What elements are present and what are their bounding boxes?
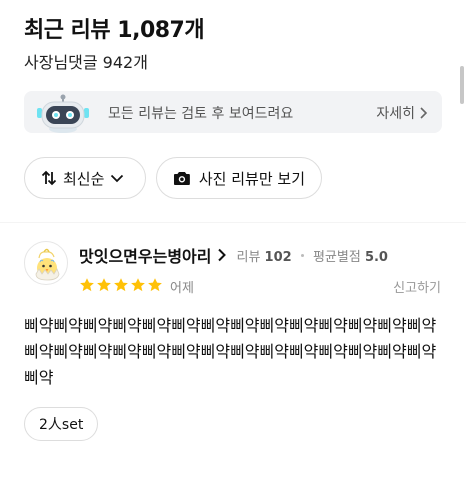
photo-review-only-button[interactable]: 사진 리뷰만 보기 xyxy=(156,157,322,199)
rating-stars xyxy=(79,277,163,293)
report-button[interactable]: 신고하기 xyxy=(393,277,441,296)
separator-dot xyxy=(300,254,304,257)
review-notice-banner[interactable]: 모든 리뷰는 검토 후 보여드려요 자세히 xyxy=(24,91,442,133)
star-icon xyxy=(148,278,162,292)
menu-tag[interactable]: 2人set xyxy=(24,407,99,441)
owner-reply-count: 사장님댓글 942개 xyxy=(24,53,148,72)
reviewer-nickname[interactable]: 맛잇으면우는병아리 xyxy=(79,243,211,267)
avg-rating-value: 5.0 xyxy=(364,249,388,265)
divider xyxy=(0,222,466,223)
review-count-value: 102 xyxy=(264,249,292,265)
chick-icon xyxy=(35,248,60,281)
scrollbar[interactable] xyxy=(460,66,464,104)
sort-dropdown[interactable]: 최신순 xyxy=(24,157,146,199)
chevron-right-icon[interactable] xyxy=(217,248,227,262)
star-icon xyxy=(131,278,145,292)
photo-review-only-label: 사진 리뷰만 보기 xyxy=(198,169,305,188)
star-icon xyxy=(114,278,128,292)
review-count-label: 리뷰 xyxy=(236,249,261,265)
reviewer-info: 맛잇으면우는병아리 리뷰 102 평균별점 5.0 xyxy=(79,243,388,267)
review-date: 어제 xyxy=(170,281,194,296)
avg-rating-label: 평균별점 xyxy=(312,249,361,265)
star-icon xyxy=(80,278,94,292)
sort-arrows-icon xyxy=(41,170,57,186)
camera-icon xyxy=(173,172,190,185)
review-body: 삐약삐약삐약삐약삐약삐약삐약삐약삐약삐약삐약삐약삐약삐약삐약삐약삐약삐약삐약삐약… xyxy=(24,316,437,387)
sort-label: 최신순 xyxy=(63,169,105,188)
review-count-title: 최근 리뷰 1,087개 xyxy=(24,18,205,43)
star-icon xyxy=(97,278,111,292)
notice-more-label: 자세히 xyxy=(376,106,415,122)
robot-icon xyxy=(37,94,89,133)
notice-more-link[interactable]: 자세히 xyxy=(376,103,428,123)
chevron-down-icon xyxy=(111,174,124,183)
notice-text: 모든 리뷰는 검토 후 보여드려요 xyxy=(108,106,294,122)
reviewer-stats: 리뷰 102 평균별점 5.0 xyxy=(236,246,388,265)
chevron-right-icon xyxy=(420,107,428,119)
avatar[interactable] xyxy=(24,241,68,285)
